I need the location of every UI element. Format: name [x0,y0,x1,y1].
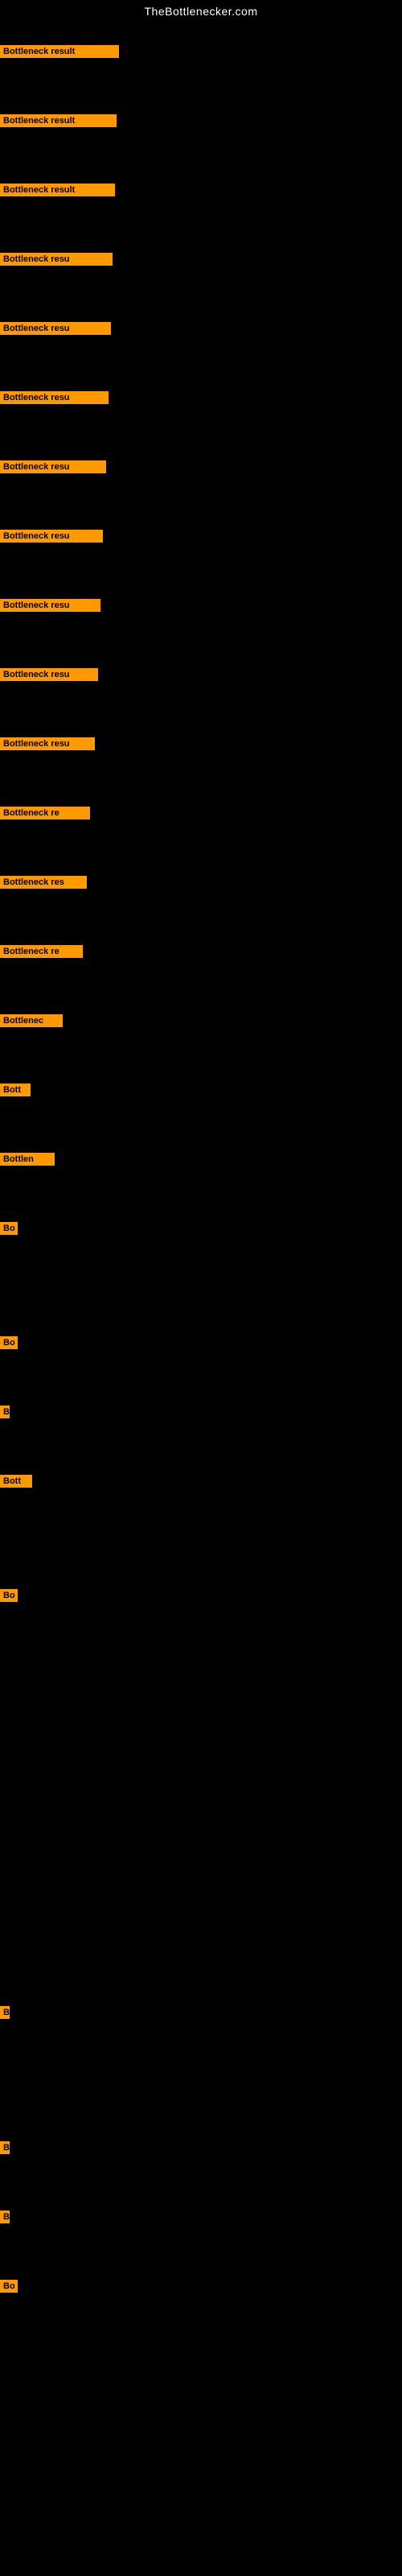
bottleneck-result-label: Bottleneck re [0,807,90,819]
bar-row: Bottleneck resu [0,599,100,612]
bar-row: Bottleneck resu [0,253,113,266]
bottleneck-result-label: B [0,2006,10,2019]
bottleneck-result-label: Bottleneck resu [0,391,109,404]
bar-row: B [0,1406,10,1418]
bar-row: Bottlenec [0,1014,63,1027]
bar-row: B [0,2211,10,2223]
bar-row: Bo [0,1336,18,1349]
bar-row: Bottleneck re [0,945,83,958]
bottleneck-result-label: Bott [0,1475,32,1488]
bottleneck-result-label: B [0,2141,10,2154]
bottleneck-result-label: Bo [0,1336,18,1349]
bar-row: B [0,2141,10,2154]
bottleneck-result-label: B [0,1406,10,1418]
bottleneck-result-label: Bottleneck resu [0,253,113,266]
bar-row: Bo [0,2280,18,2293]
bar-row: Bott [0,1475,32,1488]
bottleneck-result-label: Bo [0,1589,18,1602]
bottleneck-result-label: B [0,2211,10,2223]
bottleneck-result-label: Bo [0,2280,18,2293]
bottleneck-result-label: Bott [0,1084,31,1096]
bar-row: Bottleneck re [0,807,90,819]
bottleneck-result-label: Bottleneck result [0,114,117,127]
bar-row: Bott [0,1084,31,1096]
bottleneck-result-label: Bottleneck res [0,876,87,889]
bottleneck-result-label: Bottleneck re [0,945,83,958]
bottleneck-result-label: Bottleneck result [0,184,115,196]
bar-row: Bo [0,1222,18,1235]
bar-row: Bottleneck resu [0,530,103,543]
bottleneck-result-label: Bo [0,1222,18,1235]
bar-row: Bottleneck resu [0,737,95,750]
bar-row: Bo [0,1589,18,1602]
site-title: TheBottlenecker.com [0,0,402,21]
bar-row: B [0,2006,10,2019]
bar-row: Bottleneck result [0,184,115,196]
bar-row: Bottlen [0,1153,55,1166]
bottleneck-result-label: Bottleneck resu [0,668,98,681]
bar-row: Bottleneck res [0,876,87,889]
bottleneck-result-label: Bottleneck resu [0,737,95,750]
bar-row: Bottleneck result [0,45,119,58]
bottleneck-result-label: Bottleneck result [0,45,119,58]
bottleneck-result-label: Bottleneck resu [0,530,103,543]
bottleneck-result-label: Bottlenec [0,1014,63,1027]
bottleneck-result-label: Bottlen [0,1153,55,1166]
bottleneck-result-label: Bottleneck resu [0,322,111,335]
bottleneck-result-label: Bottleneck resu [0,599,100,612]
bar-row: Bottleneck resu [0,460,106,473]
bar-row: Bottleneck result [0,114,117,127]
bar-row: Bottleneck resu [0,391,109,404]
bar-row: Bottleneck resu [0,322,111,335]
bar-row: Bottleneck resu [0,668,98,681]
bottleneck-result-label: Bottleneck resu [0,460,106,473]
